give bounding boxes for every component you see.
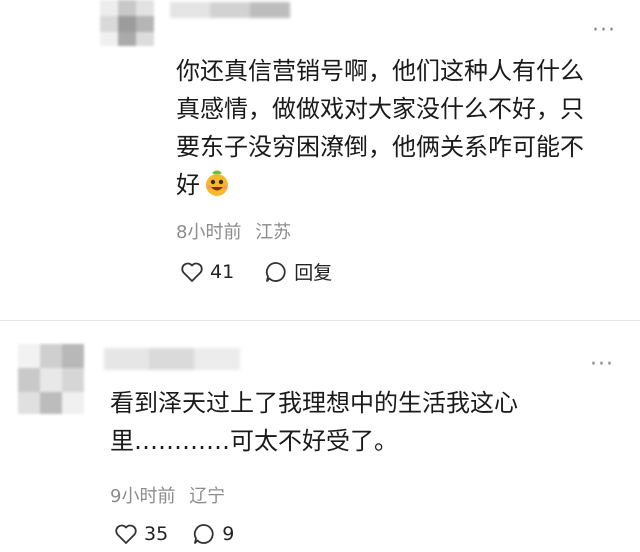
comment-item: ··· 看到泽天过上了我理想中的生活我这心 里…………可太不好受了。 9小时前 … xyxy=(0,330,640,552)
comment-actions: 35 9 xyxy=(114,522,234,546)
more-options-button[interactable]: ··· xyxy=(590,354,614,376)
more-options-button[interactable]: ··· xyxy=(592,20,616,42)
heart-outline-icon xyxy=(114,523,138,545)
username-blurred[interactable] xyxy=(104,346,240,374)
reply-count: 9 xyxy=(222,523,235,545)
like-count: 41 xyxy=(210,260,235,283)
speech-bubble-icon xyxy=(192,522,216,546)
reply-button[interactable]: 9 xyxy=(192,522,234,546)
like-button[interactable]: 41 xyxy=(180,261,234,283)
like-count: 35 xyxy=(144,523,169,545)
comment-divider xyxy=(0,320,640,321)
ip-location: 辽宁 xyxy=(189,486,226,507)
like-button[interactable]: 35 xyxy=(114,523,168,545)
ellipsis-icon: ··· xyxy=(592,18,616,43)
speech-bubble-icon xyxy=(264,260,288,284)
ellipsis-icon: ··· xyxy=(590,352,614,377)
comment-actions: 41 回复 xyxy=(180,258,332,285)
avatar[interactable] xyxy=(18,344,84,414)
grinning-face-emoji-icon xyxy=(202,169,232,208)
comment-meta: 9小时前 辽宁 xyxy=(110,482,225,508)
username-blurred[interactable] xyxy=(170,0,290,22)
comment-text: 你还真信营销号啊，他们这种人有什么 真感情，做做戏对大家没什么不好，只 要东子没… xyxy=(176,52,584,208)
reply-button[interactable]: 回复 xyxy=(264,258,332,285)
comment-text: 看到泽天过上了我理想中的生活我这心 里…………可太不好受了。 xyxy=(110,389,518,455)
reply-label: 回复 xyxy=(294,262,333,284)
timestamp: 9小时前 xyxy=(110,486,176,507)
ip-location: 江苏 xyxy=(255,222,292,243)
heart-outline-icon xyxy=(180,261,204,283)
comment-item: ··· 你还真信营销号啊，他们这种人有什么 真感情，做做戏对大家没什么不好，只 … xyxy=(0,0,640,315)
comment-meta: 8小时前 江苏 xyxy=(176,218,291,244)
comment-feed: ··· 你还真信营销号啊，他们这种人有什么 真感情，做做戏对大家没什么不好，只 … xyxy=(0,0,640,552)
timestamp: 8小时前 xyxy=(176,222,242,243)
avatar[interactable] xyxy=(100,0,160,50)
